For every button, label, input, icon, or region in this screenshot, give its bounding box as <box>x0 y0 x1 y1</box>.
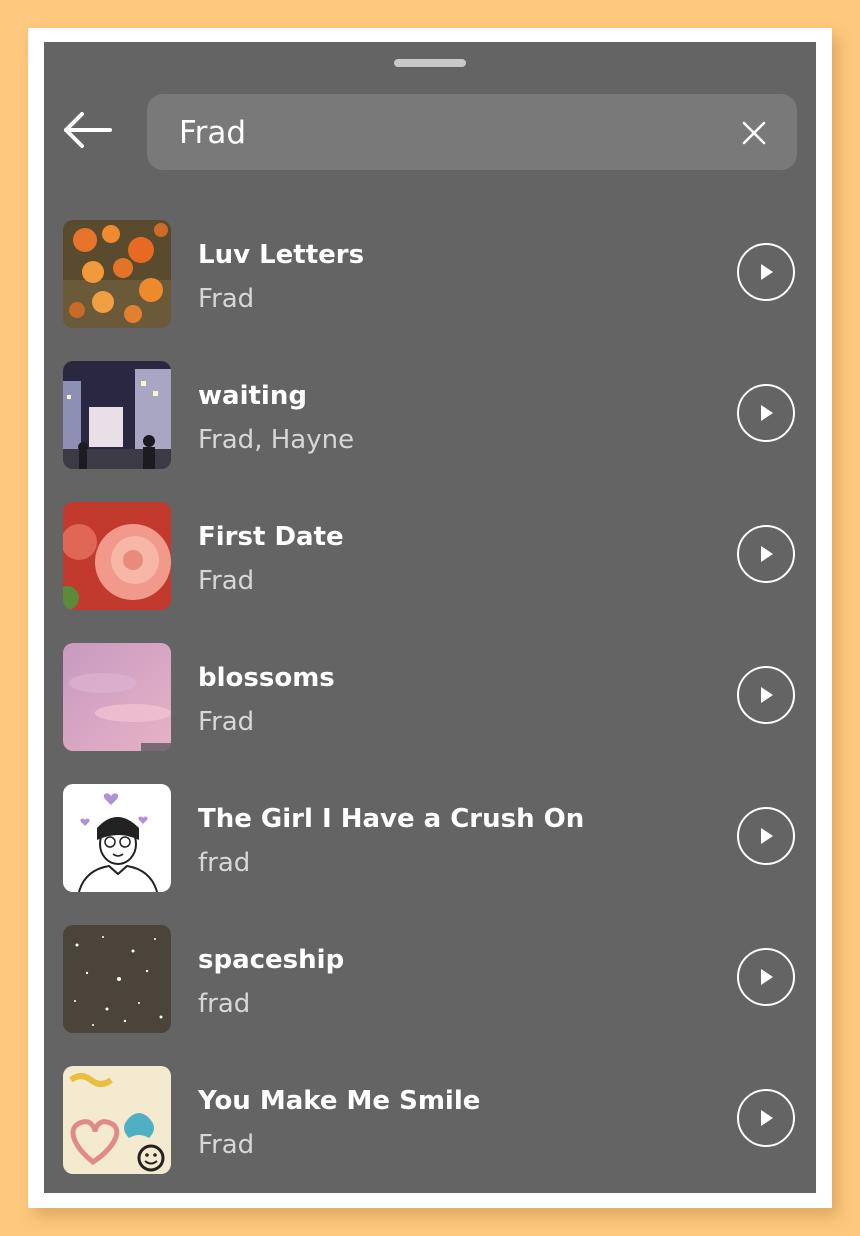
album-art-night-city <box>63 361 171 469</box>
song-artist: Frad <box>198 1130 255 1160</box>
song-artist: Frad <box>198 707 255 737</box>
album-art-starry-sky <box>63 925 171 1033</box>
song-title: You Make Me Smile <box>198 1086 481 1116</box>
song-title: The Girl I Have a Crush On <box>198 804 585 834</box>
play-icon <box>761 828 773 844</box>
arrow-left-icon <box>64 112 112 148</box>
list-item[interactable]: spaceship frad <box>44 912 816 1053</box>
list-item[interactable]: blossoms Frad <box>44 630 816 771</box>
clear-search-button[interactable] <box>741 120 767 146</box>
play-button[interactable] <box>737 243 795 301</box>
drag-handle[interactable] <box>394 59 466 67</box>
song-title: blossoms <box>198 663 335 693</box>
back-button[interactable] <box>62 108 118 152</box>
list-item[interactable]: You Make Me Smile Frad <box>44 1053 816 1193</box>
song-title: First Date <box>198 522 344 552</box>
song-artist: frad <box>198 848 251 878</box>
album-art-pink-sky <box>63 643 171 751</box>
list-item[interactable]: First Date Frad <box>44 489 816 630</box>
search-results-list: Luv Letters Frad waiting Frad, Hayne Fir… <box>44 207 816 1193</box>
play-button[interactable] <box>737 666 795 724</box>
list-item[interactable]: The Girl I Have a Crush On frad <box>44 771 816 912</box>
photo-frame: Luv Letters Frad <box>28 28 832 1208</box>
play-button[interactable] <box>737 525 795 583</box>
song-artist: Frad <box>198 566 255 596</box>
list-item[interactable]: Luv Letters Frad <box>44 207 816 348</box>
close-icon <box>742 121 766 145</box>
album-art-pink-rose <box>63 502 171 610</box>
search-bar <box>147 94 797 170</box>
play-icon <box>761 264 773 280</box>
play-button[interactable] <box>737 1089 795 1147</box>
song-artist: Frad <box>198 284 255 314</box>
album-art-orange-flowers <box>63 220 171 328</box>
play-button[interactable] <box>737 807 795 865</box>
album-art-doodles <box>63 1066 171 1174</box>
play-icon <box>761 969 773 985</box>
album-art-boy-sketch <box>63 784 171 892</box>
play-icon <box>761 405 773 421</box>
play-button[interactable] <box>737 384 795 442</box>
song-title: waiting <box>198 381 307 411</box>
play-button[interactable] <box>737 948 795 1006</box>
list-item[interactable]: waiting Frad, Hayne <box>44 348 816 489</box>
search-input[interactable] <box>177 106 701 160</box>
play-icon <box>761 546 773 562</box>
song-title: spaceship <box>198 945 345 975</box>
music-search-sheet: Luv Letters Frad <box>44 42 816 1193</box>
play-icon <box>761 1110 773 1126</box>
song-artist: Frad, Hayne <box>198 425 355 455</box>
play-icon <box>761 687 773 703</box>
song-artist: frad <box>198 989 251 1019</box>
song-title: Luv Letters <box>198 240 365 270</box>
